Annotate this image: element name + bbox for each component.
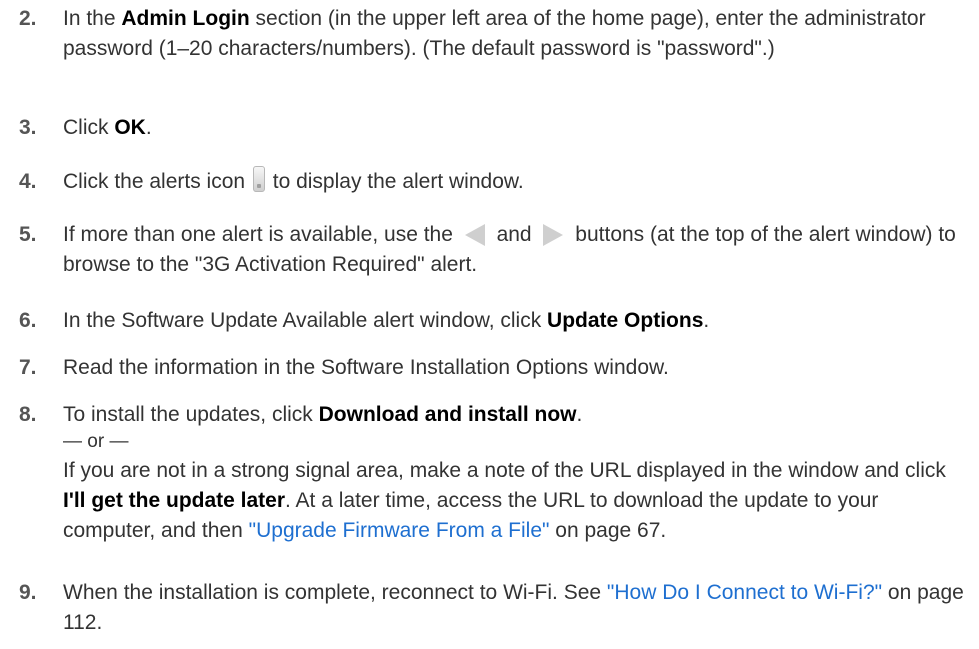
step-text: Read the information in the Software Ins… bbox=[63, 356, 669, 379]
step-text-part: In the Software Update Available alert w… bbox=[63, 309, 548, 332]
step-number: 9. bbox=[19, 581, 37, 604]
get-update-later-label: I'll get the update later bbox=[63, 489, 286, 512]
step-number: 6. bbox=[19, 309, 37, 332]
step-4: 4. Click the alerts icon to display the … bbox=[0, 166, 979, 197]
step-9: 9. When the installation is complete, re… bbox=[0, 578, 979, 638]
alert-bell-icon bbox=[252, 166, 265, 193]
step-text-part: . bbox=[145, 116, 152, 139]
connect-wifi-link[interactable]: "How Do I Connect to Wi-Fi?" bbox=[607, 581, 882, 604]
step-8: 8. To install the updates, click Downloa… bbox=[0, 400, 979, 546]
step-8-line-1: To install the updates, click Download a… bbox=[63, 400, 968, 430]
upgrade-firmware-link[interactable]: "Upgrade Firmware From a File" bbox=[249, 519, 550, 542]
step-text: Click the alerts icon to display the ale… bbox=[63, 166, 968, 197]
step-text: When the installation is complete, recon… bbox=[63, 578, 968, 638]
step-text: Click OK. bbox=[63, 113, 968, 143]
update-options-label: Update Options bbox=[547, 309, 704, 332]
ok-label: OK bbox=[114, 116, 146, 139]
step-2: 2. In the Admin Login section (in the up… bbox=[0, 4, 979, 64]
or-separator: — or — bbox=[63, 431, 129, 452]
step-text-part: When the installation is complete, recon… bbox=[63, 581, 607, 604]
admin-login-label: Admin Login bbox=[121, 7, 250, 30]
next-alert-arrow-icon bbox=[543, 224, 564, 247]
step-number: 4. bbox=[19, 170, 37, 193]
step-text-part: . bbox=[703, 309, 710, 332]
step-text-part: In the bbox=[63, 7, 122, 30]
step-text-part: Click bbox=[63, 116, 115, 139]
step-text-part: to display the alert window. bbox=[266, 170, 524, 193]
step-text: In the Software Update Available alert w… bbox=[63, 306, 968, 336]
step-text-part: and bbox=[490, 223, 538, 246]
step-8-alternative: If you are not in a strong signal area, … bbox=[63, 456, 968, 546]
step-number: 2. bbox=[19, 7, 37, 30]
step-text-part: If more than one alert is available, use… bbox=[63, 223, 459, 246]
step-text-part: on page 67. bbox=[549, 519, 667, 542]
download-install-now-label: Download and install now bbox=[318, 403, 577, 426]
step-7: 7. Read the information in the Software … bbox=[0, 353, 979, 383]
document-page: 2. In the Admin Login section (in the up… bbox=[0, 0, 979, 649]
step-number: 3. bbox=[19, 116, 37, 139]
step-text: In the Admin Login section (in the upper… bbox=[63, 4, 968, 64]
step-text: If more than one alert is available, use… bbox=[63, 220, 968, 280]
step-number: 8. bbox=[19, 403, 37, 426]
step-text-part: Click the alerts icon bbox=[63, 170, 251, 193]
step-3: 3. Click OK. bbox=[0, 113, 979, 143]
previous-alert-arrow-icon bbox=[464, 224, 485, 247]
step-6: 6. In the Software Update Available aler… bbox=[0, 306, 979, 336]
step-text-part: . bbox=[576, 403, 583, 426]
step-number: 7. bbox=[19, 356, 37, 379]
step-number: 5. bbox=[19, 223, 37, 246]
step-text-part: If you are not in a strong signal area, … bbox=[63, 459, 946, 482]
step-text-part: To install the updates, click bbox=[63, 403, 319, 426]
step-5: 5. If more than one alert is available, … bbox=[0, 220, 979, 280]
step-text: To install the updates, click Download a… bbox=[63, 400, 968, 546]
